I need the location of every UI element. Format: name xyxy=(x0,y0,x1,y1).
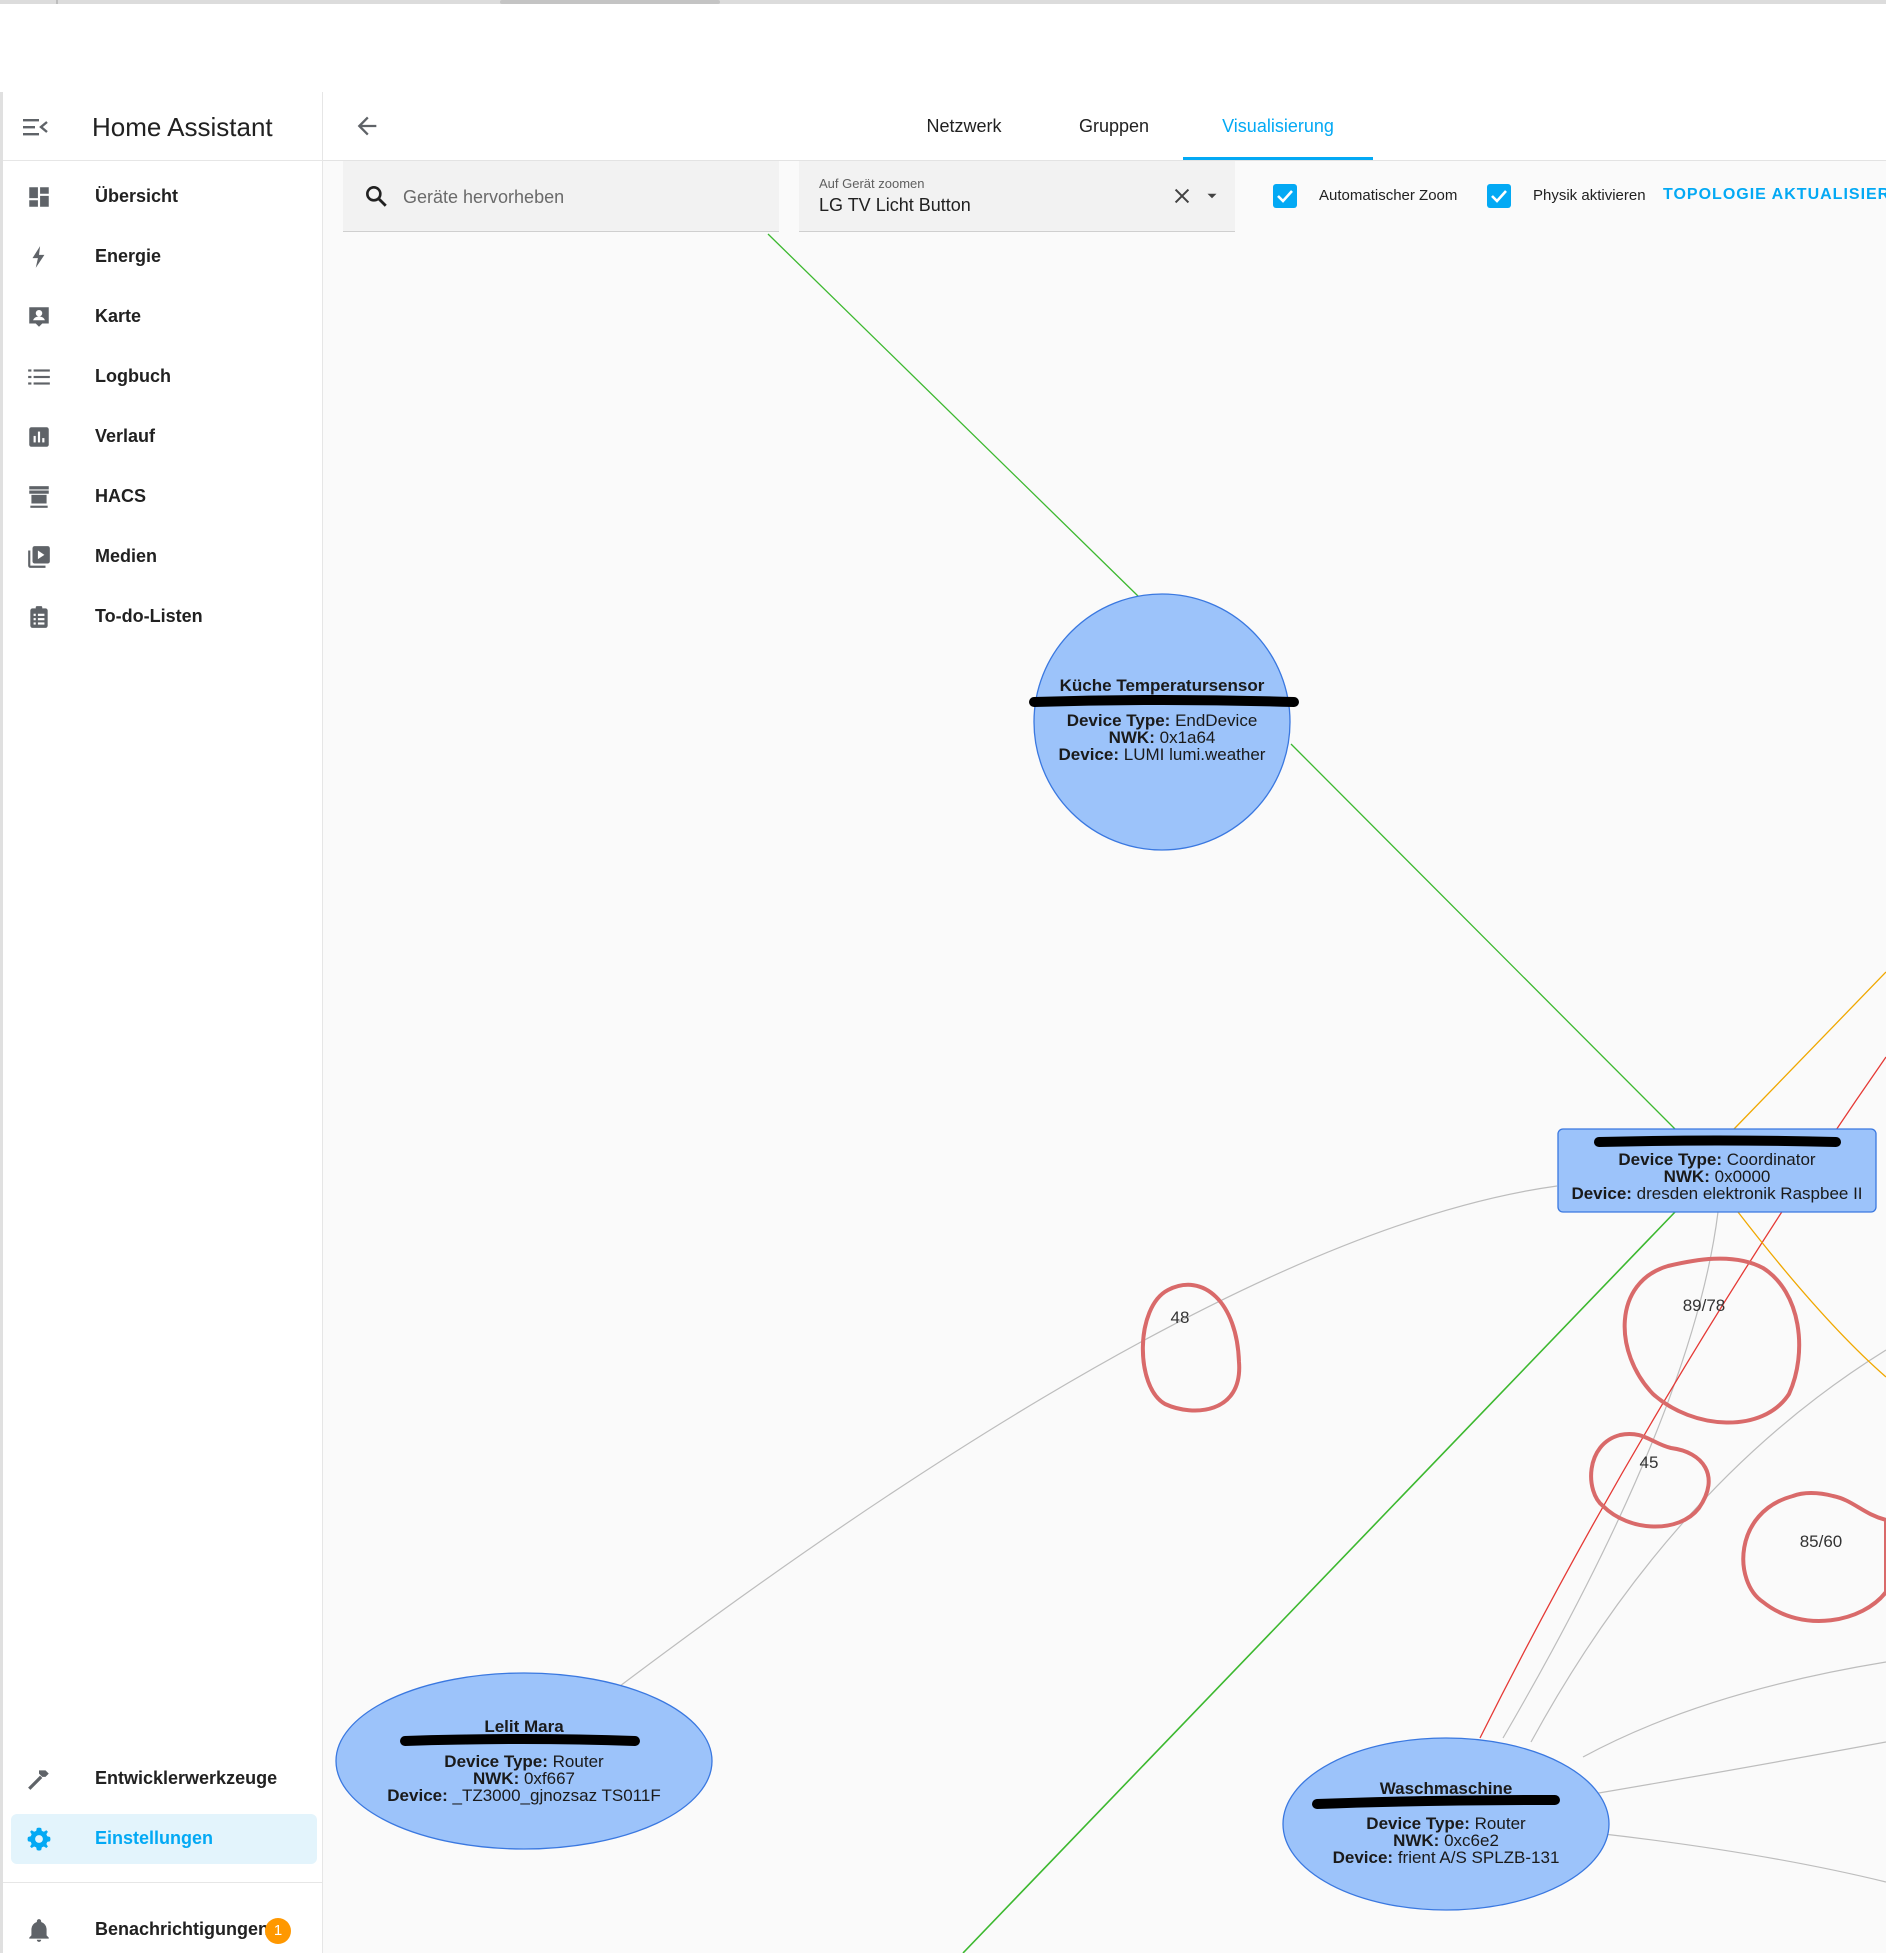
hacs-store-icon xyxy=(29,486,49,508)
graph-edge xyxy=(619,1185,1558,1687)
check-icon xyxy=(1491,190,1507,203)
sidebar-header: Home Assistant xyxy=(3,92,322,161)
sidebar-item-logbuch[interactable]: Logbuch xyxy=(11,352,317,402)
sidebar-item-label: Logbuch xyxy=(95,366,171,386)
edge-label: 45 xyxy=(1640,1453,1659,1472)
cog-icon xyxy=(27,1827,51,1851)
tab-netzwerk[interactable]: Netzwerk xyxy=(899,92,1029,160)
refresh-topology-button[interactable]: TOPOLOGIE AKTUALISIEREN xyxy=(1663,186,1886,204)
graph-edge xyxy=(1594,1832,1886,1883)
check-icon xyxy=(1277,190,1293,203)
graph-edge xyxy=(1582,1661,1886,1758)
sidebar-item-medien[interactable]: Medien xyxy=(11,532,317,582)
graph-edge xyxy=(1502,1211,1719,1739)
list-icon xyxy=(28,369,50,385)
zoom-floating-label: Auf Gerät zoomen xyxy=(819,176,925,191)
chevron-down-icon[interactable] xyxy=(1203,187,1221,205)
annotation-circle xyxy=(1741,1491,1886,1623)
main-content: 48 89/78 45 85/60 Küche Temperatursensor… xyxy=(323,92,1886,1953)
graph-edge xyxy=(767,233,1140,598)
node-device: Device: frient A/S SPLZB-131 xyxy=(1333,1848,1560,1867)
back-button[interactable] xyxy=(353,112,381,140)
zoom-to-device-select[interactable]: Auf Gerät zoomen LG TV Licht Button xyxy=(799,161,1235,232)
sidebar-item-label: Verlauf xyxy=(95,426,156,446)
graph-edge xyxy=(1592,1741,1886,1795)
chart-box-icon xyxy=(29,427,49,447)
graph-node-waschmaschine[interactable]: Waschmaschine Device Type: Router NWK: 0… xyxy=(1282,1737,1610,1911)
sidebar-item-karte[interactable]: Karte xyxy=(11,292,317,342)
graph-edge xyxy=(1733,971,1886,1130)
node-title: Waschmaschine xyxy=(1380,1779,1513,1798)
node-title: Lelit Mara xyxy=(484,1717,564,1736)
edge-label: 89/78 xyxy=(1683,1296,1726,1315)
tab-gruppen[interactable]: Gruppen xyxy=(1049,92,1179,160)
sidebar-item-label: Übersicht xyxy=(95,186,179,206)
clipboard-list-icon xyxy=(30,606,48,628)
physics-label: Physik aktivieren xyxy=(1533,187,1646,204)
redaction-mark xyxy=(1594,1135,1841,1147)
menu-collapse-button[interactable] xyxy=(21,114,51,140)
bell-icon xyxy=(29,1919,49,1942)
auto-zoom-label: Automatischer Zoom xyxy=(1319,187,1458,204)
tab-visualisierung[interactable]: Visualisierung xyxy=(1183,92,1373,160)
annotation-circle xyxy=(1140,1282,1242,1413)
sidebar-item-verlauf[interactable]: Verlauf xyxy=(11,412,317,462)
sidebar-item-benachrichtigungen[interactable]: Benachrichtigungen 1 xyxy=(11,1905,317,1955)
search-icon xyxy=(366,186,387,207)
node-device: Device: _TZ3000_gjnozsaz TS011F xyxy=(387,1786,660,1805)
notification-badge: 1 xyxy=(265,1918,291,1944)
sidebar-divider xyxy=(3,1882,322,1883)
menu-open-icon xyxy=(23,119,48,136)
zoom-selected-value: LG TV Licht Button xyxy=(819,195,971,215)
graph-toolbar: Auf Gerät zoomen LG TV Licht Button Auto… xyxy=(323,161,1886,233)
sidebar-item-entwicklerwerkzeuge[interactable]: Entwicklerwerkzeuge xyxy=(11,1754,317,1804)
app-header: Netzwerk Gruppen Visualisierung xyxy=(323,92,1886,161)
lightning-bolt-icon xyxy=(32,246,45,268)
arrow-left-icon xyxy=(357,116,377,136)
node-device: Device: dresden elektronik Raspbee II xyxy=(1571,1184,1862,1203)
hammer-icon xyxy=(28,1770,49,1790)
auto-zoom-checkbox[interactable] xyxy=(1273,184,1297,208)
network-graph-canvas[interactable]: 48 89/78 45 85/60 Küche Temperatursensor… xyxy=(323,92,1886,1953)
sidebar-item-label: Karte xyxy=(95,306,142,326)
sidebar-item-label: Benachrichtigungen xyxy=(95,1919,270,1939)
sidebar-title: Home Assistant xyxy=(92,112,273,142)
close-icon[interactable] xyxy=(1171,185,1193,207)
sidebar-item-energie[interactable]: Energie xyxy=(11,232,317,282)
redaction-mark xyxy=(1029,695,1299,707)
graph-edge xyxy=(1737,1211,1886,1378)
sidebar-item-label: Einstellungen xyxy=(95,1828,214,1848)
device-highlight-search[interactable] xyxy=(343,161,779,232)
sidebar-item-label: To-do-Listen xyxy=(95,606,203,626)
physics-checkbox[interactable] xyxy=(1487,184,1511,208)
redaction-mark xyxy=(400,1734,640,1746)
sidebar-item-uebersicht[interactable]: Übersicht xyxy=(11,172,317,222)
redaction-mark xyxy=(1312,1795,1560,1809)
sidebar-item-label: Medien xyxy=(95,546,158,566)
edge-label: 85/60 xyxy=(1800,1532,1843,1551)
browser-top-strip xyxy=(0,0,1886,4)
map-account-icon xyxy=(29,307,49,327)
sidebar-item-label: Energie xyxy=(95,246,162,266)
sidebar-item-einstellungen[interactable]: Einstellungen xyxy=(11,1814,317,1864)
annotation-circle xyxy=(1622,1256,1802,1425)
graph-node-kueche[interactable]: Küche Temperatursensor Device Type: EndD… xyxy=(1029,593,1299,851)
node-device: Device: LUMI lumi.weather xyxy=(1059,745,1266,764)
scroll-indicator xyxy=(500,0,720,4)
top-strip-tick xyxy=(56,0,58,4)
sidebar-item-hacs[interactable]: HACS xyxy=(11,472,317,522)
play-box-multiple-icon xyxy=(28,546,50,568)
sidebar-item-todo[interactable]: To-do-Listen xyxy=(11,592,317,642)
sidebar: Home Assistant Übersicht Energie Karte L… xyxy=(3,92,323,1953)
graph-node-coordinator[interactable]: Device Type: Coordinator NWK: 0x0000 Dev… xyxy=(1557,1128,1877,1213)
sidebar-item-label: Entwicklerwerkzeuge xyxy=(95,1768,278,1788)
node-title: Küche Temperatursensor xyxy=(1060,676,1265,695)
search-input[interactable] xyxy=(401,181,765,213)
graph-edge xyxy=(1290,743,1676,1130)
sidebar-item-label: HACS xyxy=(95,486,147,506)
graph-node-lelit-mara[interactable]: Lelit Mara Device Type: Router NWK: 0xf6… xyxy=(335,1672,713,1850)
dashboard-icon xyxy=(29,187,49,207)
edge-label: 48 xyxy=(1171,1308,1190,1327)
